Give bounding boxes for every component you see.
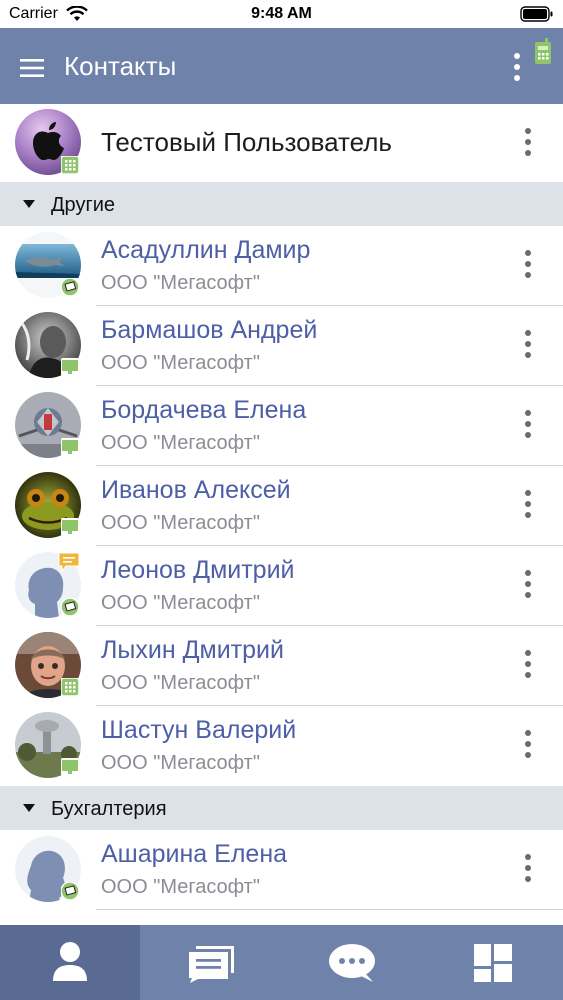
contact-name: Бордачева Елена — [101, 396, 307, 424]
contact-row[interactable]: Леонов Дмитрий ООО "Мегасофт" — [0, 546, 563, 626]
current-user-name: Тестовый Пользователь — [101, 127, 392, 157]
contact-row[interactable]: Шастун Валерий ООО "Мегасофт" — [0, 706, 563, 786]
page-title: Контакты — [64, 51, 177, 81]
row-divider — [96, 909, 563, 910]
collapse-arrow-icon — [23, 200, 35, 208]
tab-messages[interactable] — [140, 925, 280, 1000]
messages-icon — [189, 946, 234, 983]
contact-organization: ООО "Мегасофт" — [101, 352, 260, 374]
contact-organization: ООО "Мегасофт" — [101, 512, 260, 534]
contact-name: Иванов Алексей — [101, 476, 291, 504]
more-vertical-icon[interactable] — [508, 52, 526, 82]
tab-apps[interactable] — [423, 925, 563, 1000]
status-bar: Carrier 9:48 AM — [0, 0, 563, 28]
battery-icon — [520, 6, 554, 27]
contact-organization: ООО "Мегасофт" — [101, 752, 260, 774]
mobile-status-icon — [60, 881, 80, 901]
mobile-status-icon — [60, 597, 80, 617]
contact-organization: ООО "Мегасофт" — [101, 592, 260, 614]
tiles-icon — [474, 944, 512, 982]
softphone-status-icon — [60, 677, 80, 697]
section-header[interactable]: Бухгалтерия — [0, 786, 563, 832]
contact-row[interactable]: Асадуллин Дамир ООО "Мегасофт" — [0, 226, 563, 306]
contact-row[interactable]: Ашарина Елена ООО "Мегасофт" — [0, 830, 563, 910]
mobile-status-icon — [60, 277, 80, 297]
contact-name: Асадуллин Дамир — [101, 236, 311, 264]
contact-organization: ООО "Мегасофт" — [101, 876, 260, 898]
collapse-arrow-icon — [23, 804, 35, 812]
softphone-icon[interactable] — [533, 38, 553, 71]
more-vertical-icon[interactable] — [518, 728, 538, 760]
chat-bubble-icon — [329, 944, 375, 982]
contact-name: Бармашов Андрей — [101, 316, 318, 344]
contact-row[interactable]: Лыхин Дмитрий ООО "Мегасофт" — [0, 626, 563, 706]
desktop-status-icon — [61, 438, 79, 456]
contact-row[interactable]: Иванов Алексей ООО "Мегасофт" — [0, 466, 563, 546]
more-vertical-icon[interactable] — [518, 568, 538, 600]
app-bar: Контакты — [0, 28, 563, 104]
softphone-status-icon — [60, 155, 80, 175]
section-label: Бухгалтерия — [51, 798, 167, 820]
contact-organization: ООО "Мегасофт" — [101, 672, 260, 694]
tab-contacts[interactable] — [0, 925, 140, 1000]
message-badge-icon — [58, 552, 80, 577]
desktop-status-icon — [61, 358, 79, 376]
more-vertical-icon[interactable] — [518, 248, 538, 280]
person-icon — [53, 942, 87, 981]
more-vertical-icon[interactable] — [518, 408, 538, 440]
contact-organization: ООО "Мегасофт" — [101, 272, 260, 294]
clock: 9:48 AM — [251, 5, 312, 22]
desktop-status-icon — [61, 758, 79, 776]
more-vertical-icon[interactable] — [518, 852, 538, 884]
section-label: Другие — [51, 194, 116, 216]
hamburger-menu-icon[interactable] — [20, 58, 46, 78]
tab-chat[interactable] — [282, 925, 422, 1000]
more-vertical-icon[interactable] — [518, 648, 538, 680]
contact-name: Ашарина Елена — [101, 840, 288, 868]
more-vertical-icon[interactable] — [518, 488, 538, 520]
contact-name: Леонов Дмитрий — [101, 556, 295, 584]
contact-row[interactable]: Бордачева Елена ООО "Мегасофт" — [0, 386, 563, 466]
contact-name: Шастун Валерий — [101, 716, 297, 744]
contact-row[interactable]: Бармашов Андрей ООО "Мегасофт" — [0, 306, 563, 386]
current-user-row[interactable]: Тестовый Пользователь — [0, 104, 563, 182]
contact-name: Лыхин Дмитрий — [101, 636, 284, 664]
bottom-tab-bar — [0, 925, 563, 1000]
desktop-status-icon — [61, 518, 79, 536]
more-vertical-icon[interactable] — [518, 328, 538, 360]
more-vertical-icon[interactable] — [518, 126, 538, 158]
section-header[interactable]: Другие — [0, 182, 563, 228]
contact-organization: ООО "Мегасофт" — [101, 432, 260, 454]
